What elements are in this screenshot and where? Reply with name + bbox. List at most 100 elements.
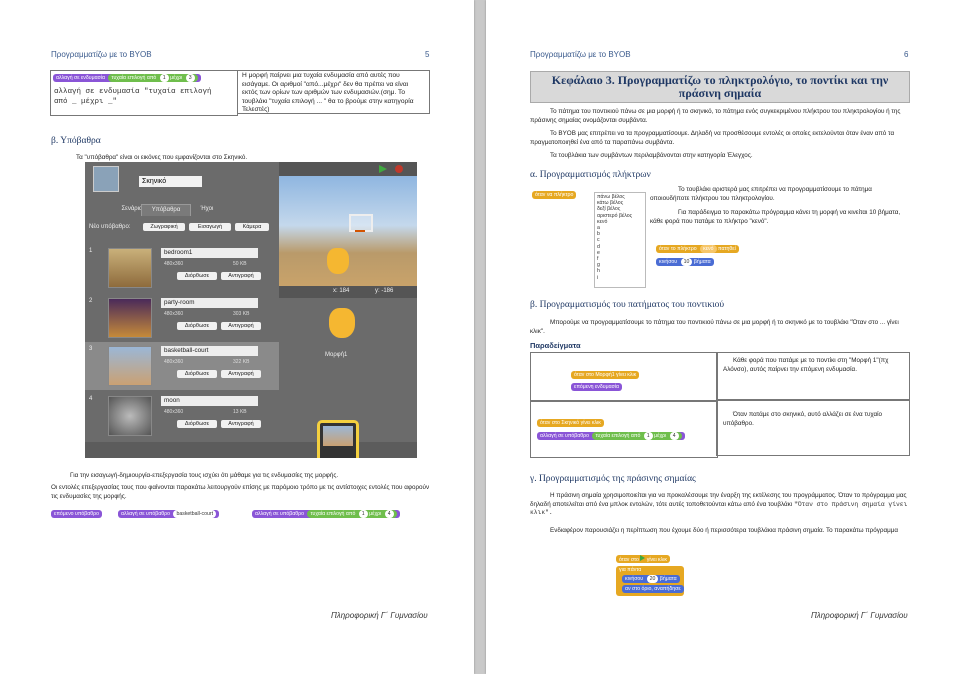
tab-backdrops[interactable]: Υπόβαθρα <box>141 204 191 216</box>
right-page-number: 6 <box>904 50 909 59</box>
code-line-1: αλλαγή σε ενδυμασία "τυχαία επιλογή <box>54 88 212 96</box>
code-description: Η μορφή παίρνει μια τυχαία ενδυμασία από… <box>237 70 430 114</box>
when-key-block: όταν να πλήκτρο <box>532 191 577 199</box>
caption-1: Για την εισαγωγή-δημιουργία-επεξεργασία … <box>70 472 339 479</box>
next-backdrop-block: επόμενο υπόβαθρο <box>51 510 103 518</box>
examples-heading: Παραδείγματα <box>530 341 581 350</box>
edit-button[interactable]: Διόρθωσε <box>177 322 217 330</box>
copy-button[interactable]: Αντιγραφή <box>221 272 261 280</box>
switch-backdrop-random-block: αλλαγή σε υπόβαθρο τυχαία επιλογή από 1 … <box>537 432 685 440</box>
backdrop-size: 303 KB <box>233 311 250 317</box>
to-label: μέχρι <box>369 511 382 517</box>
block-label: όταν στο <box>619 557 639 563</box>
import-button[interactable]: Εισαγωγή <box>189 223 231 231</box>
from-value: 1 <box>643 432 653 440</box>
from-value: 1 <box>358 510 368 518</box>
camera-button[interactable]: Κάμερα <box>235 223 269 231</box>
backdrop-name[interactable]: moon <box>161 396 258 406</box>
copy-button[interactable]: Αντιγραφή <box>221 420 261 428</box>
backdrop-item-4[interactable]: 4 moon 480x360 13 KB Διόρθωσε Αντιγραφή <box>85 392 279 440</box>
block-label: βήματα <box>693 259 711 265</box>
when-stage-clicked-block: όταν στο Σκηνικό γίνει κλικ <box>537 419 604 427</box>
stage-area[interactable]: x: 184 y: -186 Μορφή1 <box>279 162 417 458</box>
section-a: α. Προγραμματισμός πλήκτρων <box>530 170 651 180</box>
y-coordinate: y: -186 <box>375 288 394 294</box>
key-options[interactable]: πάνω βέλος κάτω βέλος δεξί βέλος αριστερό β… <box>597 194 643 281</box>
backdrop-name[interactable]: party-room <box>161 298 258 308</box>
block-label: κινήσου <box>625 576 644 582</box>
key-option[interactable]: i <box>597 275 643 281</box>
backdrop-name[interactable]: basketball-court <box>161 346 258 356</box>
to-value: 4 <box>384 510 394 518</box>
example-2-text: Όταν πατάμε στο σκηνικό, αυτό αλλάζει σε… <box>716 400 910 456</box>
section-backdrops: β. Υπόβαθρα <box>51 136 101 146</box>
backdrop-name[interactable]: bedroom1 <box>161 248 258 258</box>
move-value: 20 <box>646 575 659 583</box>
backdrop-item-3[interactable]: 3 basketball-court 480x360 322 KB Διόρθω… <box>85 342 279 390</box>
backdrop-thumbnail <box>108 248 152 288</box>
next-costume-block: επόμενη ενδυμασία <box>571 383 622 391</box>
backdrop-number: 1 <box>89 248 93 254</box>
backdrop-dims: 480x360 <box>164 261 184 267</box>
sprite-cat-icon[interactable] <box>327 248 349 274</box>
flag-text-1: Η πράσινη σημαία χρησιμοποιείται για να … <box>530 492 910 518</box>
backdrop-dims: 480x360 <box>164 409 184 415</box>
stage-selector[interactable] <box>317 420 359 458</box>
backdrop-dims: 480x360 <box>164 359 184 365</box>
backdrop-item-2[interactable]: 2 party-room 480x360 303 KB Διόρθωσε Αντ… <box>85 294 279 342</box>
block-label: για πάντα <box>619 567 642 573</box>
block-label: βήματα <box>659 576 677 582</box>
paint-button[interactable]: Ζωγραφική <box>143 223 185 231</box>
code-line-2: από _ μέχρι _" <box>54 98 118 106</box>
when-key-pressed-block: όταν το πλήκτρο κενό πατηθεί <box>656 245 739 253</box>
random-label: τυχαία επιλογή από <box>310 511 356 517</box>
move-block: κινήσου 20 βήματα <box>622 575 680 583</box>
switch-costume-block: αλλαγή σε ενδυμασία τυχαία επιλογή από 1… <box>53 74 201 82</box>
when-sprite-clicked-block: όταν στο Μορφή1 γίνει κλικ <box>571 371 640 379</box>
copy-button[interactable]: Αντιγραφή <box>221 370 261 378</box>
green-flag-icon[interactable] <box>379 165 387 173</box>
tab-sounds[interactable]: Ήχοι <box>189 204 225 215</box>
chapter-title: Κεφάλαιο 3. Προγραμματίζω το πληκτρολόγι… <box>530 71 910 103</box>
basketball-court-backdrop <box>279 176 417 286</box>
backdrop-size: 13 KB <box>233 409 247 415</box>
edit-button[interactable]: Διόρθωσε <box>177 272 217 280</box>
move-block: κινήσου 10 βήματα <box>656 258 714 266</box>
backdrop-size: 322 KB <box>233 359 250 365</box>
sprite-cat-icon[interactable] <box>329 308 355 338</box>
backdrop-thumbnail <box>108 298 152 338</box>
switch-backdrop-random-block: αλλαγή σε υπόβαθρο τυχαία επιλογή από 1 … <box>252 510 400 518</box>
backdrop-size: 50 KB <box>233 261 247 267</box>
edit-button[interactable]: Διόρθωσε <box>177 420 217 428</box>
key-value: κενό <box>700 245 717 253</box>
left-header: Προγραμματίζω με το BYOB <box>51 50 152 59</box>
random-label: τυχαία επιλογή από <box>595 433 641 439</box>
backdrop-value: basketball-court <box>173 510 217 518</box>
green-flag-icon <box>640 555 646 561</box>
block-label: κινήσου <box>659 259 678 265</box>
to-label: μέχρι <box>654 433 667 439</box>
mouse-text: Μπορούμε να προγραμματίσουμε το πάτημα τ… <box>530 319 899 335</box>
sprite-name-field[interactable]: Σκηνικό <box>139 176 202 187</box>
block-label: πατηθεί <box>717 246 736 252</box>
paragraph-1: Το πάτημα του ποντικιού πάνω σε μια μορφ… <box>530 108 901 124</box>
flag-text-2: Ενδιαφέρον παρουσιάζει η περίπτωση που έ… <box>550 527 899 534</box>
flag-program: όταν στο γίνει κλικ για πάντα κινήσου 20… <box>616 553 716 601</box>
copy-button[interactable]: Αντιγραφή <box>221 322 261 330</box>
edit-button[interactable]: Διόρθωσε <box>177 370 217 378</box>
left-page: Προγραμματίζω με το BYOB 5 αλλαγή σε ενδ… <box>0 0 474 674</box>
key-dropdown-list[interactable]: πάνω βέλος κάτω βέλος δεξί βέλος αριστερό β… <box>594 192 646 288</box>
to-label: μέχρι <box>170 75 183 81</box>
block-label: όταν το πλήκτρο <box>659 246 697 252</box>
stop-icon[interactable] <box>395 165 403 173</box>
random-label: τυχαία επιλογή από <box>111 75 157 81</box>
keys-text-2: Για παράδειγμα το παρακάτω πρόγραμμα κάν… <box>650 209 901 225</box>
backdrop-item-1[interactable]: 1 bedroom1 480x360 50 KB Διόρθωσε Αντιγρ… <box>85 244 279 292</box>
paragraph-2: Το BYOB μας επιτρέπει να τα προγραμματίσ… <box>530 130 895 146</box>
random-block: τυχαία επιλογή από 1 μέχρι 3 <box>108 74 198 82</box>
backdrop-dims: 480x360 <box>164 311 184 317</box>
coordinates-bar: x: 184 y: -186 <box>279 286 417 298</box>
left-page-number: 5 <box>425 50 430 59</box>
scratch-screenshot: Σκηνικό Σενάρια Υπόβαθρα Ήχοι Νέο υπόβαθ… <box>85 162 417 458</box>
stage-thumbnail-icon <box>93 166 119 192</box>
